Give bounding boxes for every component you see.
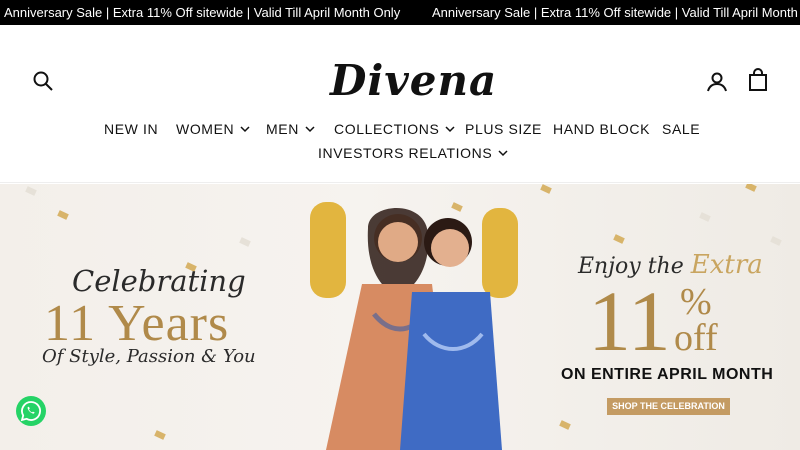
nav-label: WOMEN bbox=[176, 121, 235, 137]
hero-tagline: Of Style, Passion & You bbox=[42, 346, 256, 367]
announcement-text-repeat: Anniversary Sale | Extra 11% Off sitewid… bbox=[432, 5, 798, 20]
site-logo[interactable]: Divena bbox=[330, 51, 496, 111]
extra-text: Extra bbox=[690, 250, 763, 280]
hero-years: 11 Years bbox=[44, 295, 230, 352]
nav-item-plus-size[interactable]: PLUS SIZE bbox=[465, 121, 542, 137]
announcement-bar: Anniversary Sale | Extra 11% Off sitewid… bbox=[0, 0, 800, 25]
confetti bbox=[540, 184, 552, 194]
confetti bbox=[559, 420, 571, 430]
model-face-right bbox=[431, 229, 469, 267]
nav-label: NEW IN bbox=[104, 121, 159, 137]
nav-label: MEN bbox=[266, 121, 299, 137]
nav-label: PLUS SIZE bbox=[465, 121, 542, 137]
search-icon[interactable] bbox=[31, 69, 55, 93]
chevron-down-icon bbox=[305, 124, 315, 134]
model-dress-right bbox=[400, 292, 502, 450]
percent-sign: % bbox=[679, 281, 712, 323]
nav-item-sale[interactable]: SALE bbox=[662, 121, 700, 137]
confetti bbox=[770, 236, 782, 246]
confetti bbox=[699, 212, 711, 222]
chevron-down-icon bbox=[498, 148, 508, 158]
nav-label: SALE bbox=[662, 121, 701, 137]
site-header: Divena NEW IN WOMEN MEN COLLECTIONS PLUS… bbox=[0, 25, 800, 183]
nav-label: COLLECTIONS bbox=[334, 121, 440, 137]
hero-celebrating: Celebrating bbox=[72, 264, 246, 298]
nav-item-investors-relations[interactable]: INVESTORS RELATIONS bbox=[318, 145, 508, 161]
hero-entire-month: ON ENTIRE APRIL MONTH bbox=[561, 366, 774, 383]
confetti bbox=[25, 186, 37, 196]
hero-discount-number: 11 bbox=[588, 273, 671, 369]
hero-banner[interactable]: Celebrating 11 Years Of Style, Passion &… bbox=[0, 184, 800, 450]
confetti bbox=[239, 237, 251, 247]
nav-item-hand-block[interactable]: HAND BLOCK bbox=[553, 121, 650, 137]
balloon-one-right bbox=[482, 208, 518, 298]
balloon-one-left bbox=[310, 202, 346, 298]
chevron-down-icon bbox=[445, 124, 455, 134]
whatsapp-icon[interactable] bbox=[15, 395, 47, 427]
confetti bbox=[57, 210, 69, 220]
models-photo bbox=[310, 202, 518, 450]
nav-item-men[interactable]: MEN bbox=[266, 121, 315, 137]
chevron-down-icon bbox=[240, 124, 250, 134]
account-icon[interactable] bbox=[705, 70, 729, 94]
confetti bbox=[613, 234, 625, 244]
cart-icon[interactable] bbox=[746, 68, 770, 92]
confetti bbox=[154, 430, 166, 440]
nav-label: HAND BLOCK bbox=[553, 121, 651, 137]
model-face-left-inner bbox=[378, 222, 418, 262]
confetti bbox=[745, 184, 757, 192]
hero-discount-side: % off bbox=[674, 281, 718, 359]
shop-celebration-button[interactable]: SHOP THE CELEBRATION bbox=[607, 398, 730, 415]
nav-item-collections[interactable]: COLLECTIONS bbox=[334, 121, 455, 137]
off-text: off bbox=[674, 317, 718, 359]
announcement-text: Anniversary Sale | Extra 11% Off sitewid… bbox=[4, 5, 401, 20]
nav-item-new-in[interactable]: NEW IN bbox=[104, 121, 158, 137]
nav-label: INVESTORS RELATIONS bbox=[318, 145, 493, 161]
nav-item-women[interactable]: WOMEN bbox=[176, 121, 250, 137]
